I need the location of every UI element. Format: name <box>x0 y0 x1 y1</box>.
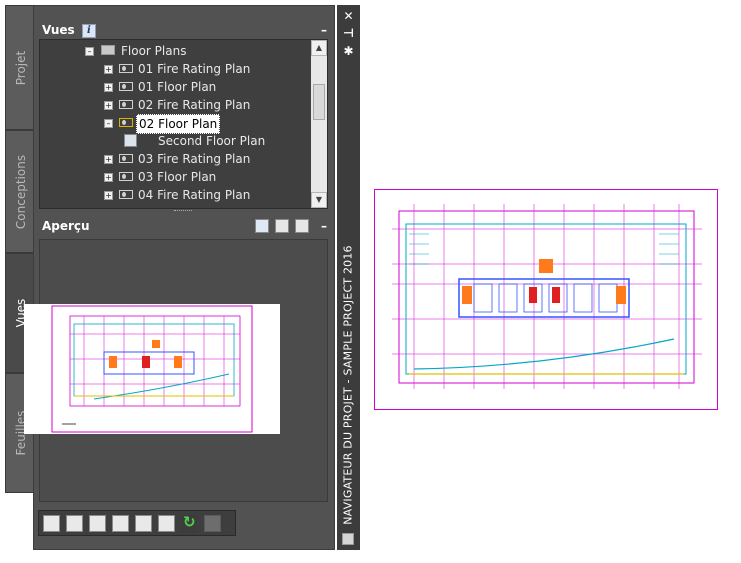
views-collapse-button[interactable]: – <box>321 20 327 40</box>
expand-toggle-icon[interactable]: + <box>104 83 113 92</box>
navigator-panel: Vues i – – Floor Plans + 01 Fire Rating … <box>33 5 335 550</box>
tree-item-label: 03 Fire Rating Plan <box>138 152 251 166</box>
collapse-toggle-icon[interactable]: – <box>104 119 113 128</box>
add-detail-view-icon[interactable] <box>66 515 83 532</box>
preview-collapse-button[interactable]: – <box>321 216 327 236</box>
add-section-view-icon[interactable] <box>89 515 106 532</box>
tab-projet[interactable]: Projet <box>5 5 35 130</box>
properties-icon[interactable] <box>112 515 129 532</box>
tree-item-label: 01 Fire Rating Plan <box>138 62 251 76</box>
preview-refresh-icon[interactable] <box>254 219 269 233</box>
floor-plan-thumbnail <box>51 305 253 433</box>
tab-projet-label: Projet <box>13 50 28 85</box>
preview-zoom-icon[interactable] <box>295 219 309 233</box>
tree-item-label: 02 Floor Plan <box>136 114 221 134</box>
close-icon[interactable]: ✕ <box>342 10 355 23</box>
view-layout-icon[interactable] <box>158 515 175 532</box>
scroll-thumb[interactable] <box>313 84 325 120</box>
palette-title-bar[interactable]: ✕ ⊣ ✱ NAVIGATEUR DU PROJET - SAMPLE PROJ… <box>337 5 360 550</box>
bottom-toolbar <box>38 510 236 536</box>
add-view-icon[interactable] <box>43 515 60 532</box>
refresh-icon[interactable] <box>181 513 198 532</box>
scroll-down-icon[interactable]: ▼ <box>311 192 327 208</box>
view-key-icon <box>119 64 133 73</box>
view-key-icon <box>119 100 133 109</box>
tree-item-label: Second Floor Plan <box>158 134 266 148</box>
collapse-toggle-icon[interactable]: – <box>85 47 94 56</box>
delete-icon <box>204 515 221 532</box>
tree-item-label: 03 Floor Plan <box>138 170 217 184</box>
open-view-icon[interactable] <box>135 515 152 532</box>
tree-item-label: 04 Fire Rating Plan <box>138 188 251 202</box>
expand-toggle-icon[interactable]: + <box>104 65 113 74</box>
tree-item-label: 01 Floor Plan <box>138 80 217 94</box>
palette-menu-icon[interactable] <box>342 533 354 545</box>
section-splitter-handle[interactable] <box>174 210 192 214</box>
view-key-icon <box>119 82 133 91</box>
folder-open-icon <box>101 45 115 55</box>
views-section-header[interactable]: Vues i – <box>38 20 331 40</box>
tree-item-label: Floor Plans <box>121 44 187 58</box>
preview-section-header[interactable]: Aperçu – <box>38 216 331 236</box>
view-key-locked-icon <box>119 118 133 127</box>
gear-icon[interactable]: ✱ <box>342 45 355 58</box>
floor-plan-drawing <box>374 189 718 410</box>
preview-thumbnail <box>24 304 280 434</box>
pin-icon[interactable]: ⊣ <box>342 27 355 40</box>
view-key-icon <box>119 190 133 199</box>
preview-tools <box>253 216 309 236</box>
palette-title: NAVIGATEUR DU PROJET - SAMPLE PROJECT 20… <box>341 245 355 525</box>
scroll-up-icon[interactable]: ▲ <box>311 40 327 56</box>
preview-frame-icon[interactable] <box>274 219 289 233</box>
view-key-icon <box>119 154 133 163</box>
expand-toggle-icon[interactable]: + <box>104 173 113 182</box>
tree-item-label: 02 Fire Rating Plan <box>138 98 251 112</box>
expand-toggle-icon[interactable]: + <box>104 191 113 200</box>
expand-toggle-icon[interactable]: + <box>104 101 113 110</box>
large-plan-preview <box>374 189 718 410</box>
info-icon[interactable]: i <box>81 23 96 38</box>
expand-toggle-icon[interactable]: + <box>104 155 113 164</box>
project-navigator-palette: Projet Conceptions Vues Feuilles Vues i … <box>5 5 360 550</box>
view-key-icon <box>119 172 133 181</box>
preview-section-title: Aperçu <box>42 219 90 233</box>
tab-conceptions-label: Conceptions <box>13 154 28 229</box>
sheet-view-icon <box>124 134 137 147</box>
tree-scrollbar[interactable]: ▲ ▼ <box>311 40 327 208</box>
views-tree: – Floor Plans + 01 Fire Rating Plan + 01… <box>39 39 328 209</box>
views-section-title: Vues <box>42 23 75 37</box>
tab-conceptions[interactable]: Conceptions <box>5 130 35 253</box>
